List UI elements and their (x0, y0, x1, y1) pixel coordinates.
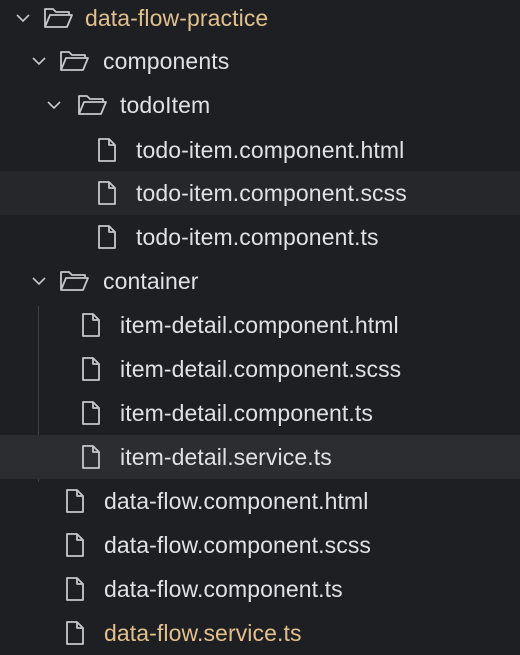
file-icon (97, 224, 117, 250)
tree-file-item[interactable]: item-detail.component.scss (0, 347, 520, 391)
folder-open-icon (59, 49, 89, 73)
tree-folder-todoitem[interactable]: todoItem (0, 83, 520, 127)
tree-file-label: item-detail.component.scss (120, 355, 402, 382)
tree-file-item[interactable]: todo-item.component.html (0, 128, 520, 172)
file-icon (97, 180, 117, 206)
folder-open-icon (43, 6, 73, 30)
file-icon (65, 620, 85, 646)
file-icon (65, 576, 85, 602)
tree-folder-label: components (103, 47, 230, 74)
tree-folder-label: data-flow-practice (85, 4, 269, 31)
chevron-down-icon[interactable] (15, 10, 31, 26)
tree-folder-data-flow-practice[interactable]: data-flow-practice (0, 0, 520, 40)
file-icon (65, 488, 85, 514)
tree-file-item-selected[interactable]: item-detail.service.ts (0, 435, 520, 479)
file-icon (97, 137, 117, 163)
file-icon (65, 532, 85, 558)
tree-file-item[interactable]: data-flow.service.ts (0, 611, 520, 655)
folder-open-icon (59, 269, 89, 293)
tree-file-item[interactable]: data-flow.component.html (0, 479, 520, 523)
tree-file-label: data-flow.component.html (104, 487, 369, 514)
file-explorer-tree: data-flow-practice components todoItem t… (0, 0, 520, 652)
chevron-down-icon[interactable] (46, 97, 62, 113)
file-icon (81, 312, 101, 338)
tree-file-item[interactable]: data-flow.component.scss (0, 523, 520, 567)
file-icon (81, 444, 101, 470)
tree-file-item[interactable]: item-detail.component.ts (0, 391, 520, 435)
tree-file-label: data-flow.service.ts (104, 619, 302, 646)
tree-file-item[interactable]: data-flow.component.ts (0, 567, 520, 611)
tree-file-label: item-detail.component.html (120, 311, 399, 338)
tree-file-label: todo-item.component.html (136, 136, 405, 163)
tree-file-item[interactable]: todo-item.component.scss (0, 171, 520, 215)
chevron-down-icon[interactable] (31, 273, 47, 289)
tree-file-label: data-flow.component.ts (104, 575, 343, 602)
tree-file-item[interactable]: item-detail.component.html (0, 303, 520, 347)
tree-folder-label: container (103, 267, 199, 294)
tree-file-item[interactable]: todo-item.component.ts (0, 215, 520, 259)
tree-file-label: todo-item.component.scss (136, 179, 407, 206)
tree-file-label: todo-item.component.ts (136, 223, 379, 250)
file-icon (81, 356, 101, 382)
folder-open-icon (77, 93, 107, 117)
tree-file-label: data-flow.component.scss (104, 531, 372, 558)
tree-folder-container[interactable]: container (0, 259, 520, 303)
tree-folder-components[interactable]: components (0, 39, 520, 83)
tree-file-label: item-detail.component.ts (120, 399, 373, 426)
chevron-down-icon[interactable] (31, 53, 47, 69)
tree-file-label: item-detail.service.ts (120, 443, 332, 470)
tree-folder-label: todoItem (120, 91, 211, 118)
file-icon (81, 400, 101, 426)
